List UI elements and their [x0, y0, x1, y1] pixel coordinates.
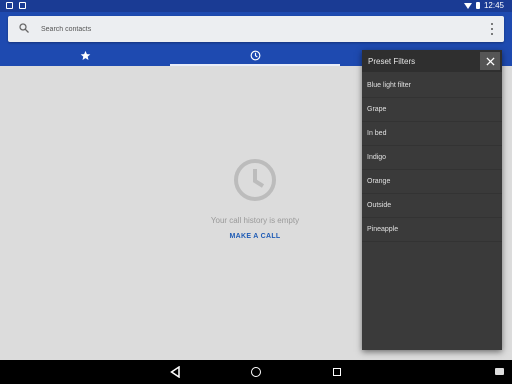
back-icon[interactable]: [170, 366, 180, 378]
keyboard-icon[interactable]: [495, 368, 504, 375]
filter-item-pineapple[interactable]: Pineapple: [362, 218, 502, 242]
filter-item-grape[interactable]: Grape: [362, 98, 502, 122]
empty-message: Your call history is empty: [210, 216, 300, 225]
battery-icon: [475, 2, 480, 9]
tab-indicator: [170, 64, 340, 66]
more-options-icon[interactable]: [490, 23, 494, 35]
make-call-button[interactable]: MAKE A CALL: [230, 233, 281, 240]
preset-filters-panel: Preset Filters Blue light filter Grape I…: [362, 50, 502, 350]
clock-icon: [234, 159, 276, 201]
status-bar: 12:45: [0, 0, 512, 12]
preset-filters-title: Preset Filters: [368, 57, 416, 66]
filter-item-orange[interactable]: Orange: [362, 170, 502, 194]
wifi-icon: [463, 2, 472, 9]
notification-icon: [6, 2, 13, 9]
filter-item-outside[interactable]: Outside: [362, 194, 502, 218]
filter-item-in-bed[interactable]: In bed: [362, 122, 502, 146]
star-icon: [80, 50, 90, 60]
status-indicators: 12:45: [463, 1, 504, 10]
home-icon[interactable]: [251, 367, 261, 377]
search-box[interactable]: [8, 16, 504, 42]
filter-item-blue-light[interactable]: Blue light filter: [362, 74, 502, 98]
preset-filters-header: Preset Filters: [362, 50, 502, 72]
search-input[interactable]: [41, 16, 471, 42]
tab-favorites[interactable]: [0, 44, 170, 66]
search-icon[interactable]: [18, 22, 30, 34]
filter-list: Blue light filter Grape In bed Indigo Or…: [362, 74, 502, 242]
navigation-bar: [0, 360, 512, 384]
notification-icons: [6, 2, 26, 9]
filter-item-indigo[interactable]: Indigo: [362, 146, 502, 170]
recent-apps-icon[interactable]: [333, 368, 341, 376]
status-time: 12:45: [483, 1, 504, 10]
tab-recents[interactable]: [170, 44, 340, 66]
notification-icon: [19, 2, 26, 9]
clock-icon: [250, 50, 260, 60]
close-button[interactable]: [480, 52, 500, 70]
empty-call-history: Your call history is empty MAKE A CALL: [170, 158, 340, 243]
close-icon: [485, 56, 495, 66]
